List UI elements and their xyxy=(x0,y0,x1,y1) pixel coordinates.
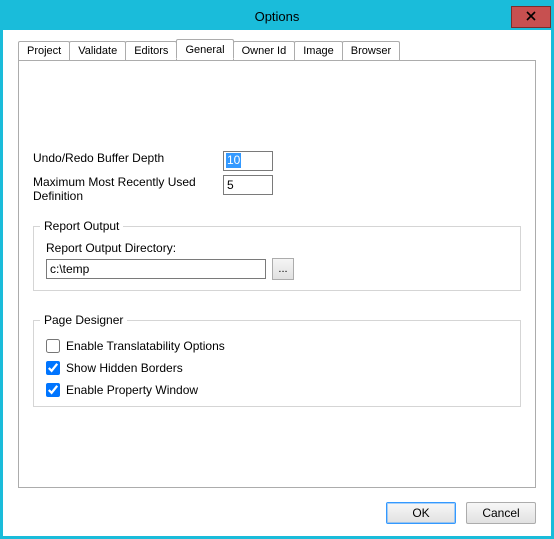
chk-propwin[interactable] xyxy=(46,383,60,397)
cancel-button[interactable]: Cancel xyxy=(466,502,536,524)
tab-browser[interactable]: Browser xyxy=(342,41,400,61)
chk-propwin-row[interactable]: Enable Property Window xyxy=(46,379,508,401)
chk-translate[interactable] xyxy=(46,339,60,353)
report-dir-label: Report Output Directory: xyxy=(46,241,508,255)
options-window: Options Project Validate Editors General… xyxy=(0,0,554,539)
undo-input-selection: 10 xyxy=(226,153,241,168)
window-title: Options xyxy=(3,9,551,24)
chk-translate-label: Enable Translatability Options xyxy=(66,339,225,353)
undo-input-wrap: 10 xyxy=(223,151,273,171)
tab-image[interactable]: Image xyxy=(294,41,343,61)
tabstrip: Project Validate Editors General Owner I… xyxy=(18,40,536,60)
client-area: Project Validate Editors General Owner I… xyxy=(3,30,551,536)
report-output-legend: Report Output xyxy=(40,219,123,233)
titlebar: Options xyxy=(3,3,551,30)
mru-input[interactable] xyxy=(223,175,273,195)
browse-button[interactable]: ... xyxy=(272,258,294,280)
tab-general[interactable]: General xyxy=(176,39,233,59)
mru-label: Maximum Most Recently Used Definition xyxy=(33,175,223,203)
ok-button[interactable]: OK xyxy=(386,502,456,524)
footer-buttons: OK Cancel xyxy=(386,502,536,524)
chk-translate-row[interactable]: Enable Translatability Options xyxy=(46,335,508,357)
tabpanel-general: Undo/Redo Buffer Depth 10 Maximum Most R… xyxy=(18,60,536,488)
chk-hidden-row[interactable]: Show Hidden Borders xyxy=(46,357,508,379)
close-button[interactable] xyxy=(511,6,551,28)
report-output-group: Report Output Report Output Directory: .… xyxy=(33,219,521,291)
tab-validate[interactable]: Validate xyxy=(69,41,126,61)
undo-label: Undo/Redo Buffer Depth xyxy=(33,151,223,165)
page-designer-legend: Page Designer xyxy=(40,313,127,327)
chk-propwin-label: Enable Property Window xyxy=(66,383,198,397)
tab-editors[interactable]: Editors xyxy=(125,41,177,61)
report-dir-input[interactable] xyxy=(46,259,266,279)
tab-project[interactable]: Project xyxy=(18,41,70,61)
chk-hidden[interactable] xyxy=(46,361,60,375)
tab-ownerid[interactable]: Owner Id xyxy=(233,41,296,61)
close-icon xyxy=(526,10,536,24)
page-designer-group: Page Designer Enable Translatability Opt… xyxy=(33,313,521,407)
chk-hidden-label: Show Hidden Borders xyxy=(66,361,183,375)
browse-button-label: ... xyxy=(278,263,287,275)
